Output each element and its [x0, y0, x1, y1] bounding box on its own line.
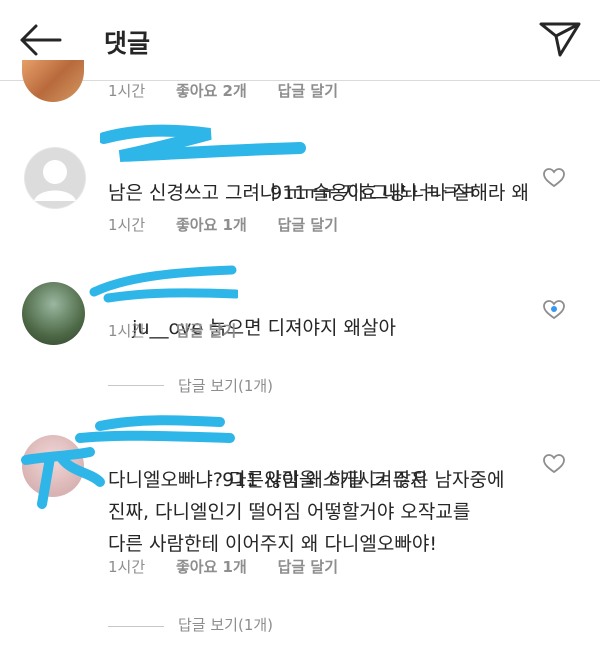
- likes-count[interactable]: 좋아요 2개: [176, 82, 247, 100]
- comment-text: 남은 신경쓰고 그려냐 ㅠㅠㅠ 지효 내놔 ㅋㅋㅋ: [108, 182, 477, 204]
- comment-meta: 1시간 답글 달기: [108, 320, 262, 341]
- comment-meta: 1시간 좋아요 2개 답글 달기: [108, 80, 364, 101]
- default-avatar-icon: [25, 148, 85, 208]
- divider: [108, 626, 164, 627]
- header-bar: 댓글: [0, 0, 600, 81]
- comment-time: 1시간: [108, 322, 146, 340]
- back-arrow-icon[interactable]: [18, 22, 62, 58]
- view-replies-button[interactable]: 답글 보기(1개): [178, 375, 273, 396]
- avatar[interactable]: [24, 147, 86, 209]
- page-title: 댓글: [104, 29, 151, 58]
- likes-count[interactable]: 좋아요 1개: [176, 216, 247, 234]
- view-replies-button[interactable]: 답글 보기(1개): [178, 614, 273, 635]
- comment-text: 다니엘오빠냐? 다른사람을 소개시켜주지: [108, 469, 428, 491]
- likes-count[interactable]: 좋아요 1개: [176, 558, 247, 576]
- divider: [108, 385, 164, 386]
- heart-icon[interactable]: [543, 168, 565, 188]
- avatar[interactable]: [22, 282, 85, 345]
- send-icon[interactable]: [538, 18, 582, 58]
- heart-icon[interactable]: [543, 454, 565, 474]
- comment-meta: 1시간 좋아요 1개 답글 달기: [108, 214, 364, 235]
- heart-icon[interactable]: [543, 300, 565, 320]
- comment-time: 1시간: [108, 216, 146, 234]
- avatar[interactable]: [22, 60, 84, 102]
- comment-time: 1시간: [108, 558, 146, 576]
- comment-meta: 1시간 좋아요 1개 답글 달기: [108, 556, 364, 577]
- reply-button[interactable]: 답글 달기: [278, 558, 338, 576]
- comment-text: 진짜, 다니엘인기 떨어짐 어떻할거야 오작교를: [108, 501, 471, 523]
- reply-button[interactable]: 답글 달기: [278, 82, 338, 100]
- reply-button[interactable]: 답글 달기: [176, 322, 236, 340]
- comment-time: 1시간: [108, 82, 146, 100]
- reply-button[interactable]: 답글 달기: [278, 216, 338, 234]
